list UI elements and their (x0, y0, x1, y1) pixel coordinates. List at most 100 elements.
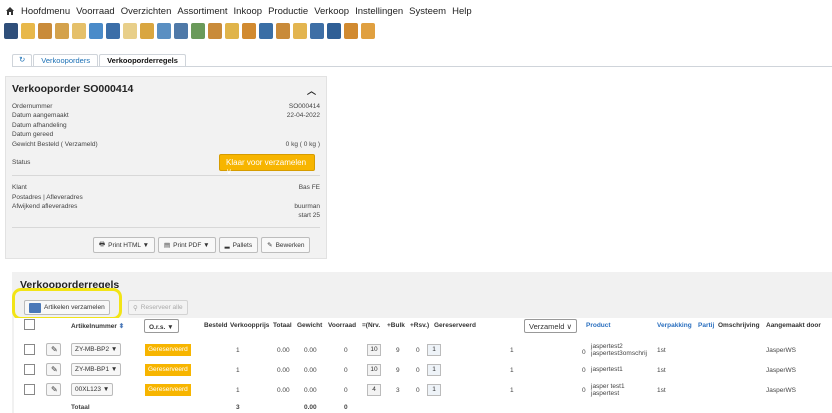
menu-item-help[interactable]: Help (452, 6, 472, 17)
tools-icon[interactable] (208, 23, 222, 39)
tools-icon[interactable] (276, 23, 290, 39)
reserveer-alle-button[interactable]: ⚲ Reserveer alle (128, 300, 188, 315)
tab-divider (12, 66, 832, 67)
postadres-label: Postadres | Afleveradres (12, 194, 83, 201)
pencil-icon: ✎ (51, 385, 58, 394)
cell-aangemaakt: JasperWS (766, 367, 796, 374)
field-row: Datum aangemaakt 22-04-2022 (12, 112, 320, 120)
cell-gewicht: 0 (344, 387, 348, 394)
menu-item-voorraad[interactable]: Voorraad (76, 6, 115, 17)
menu-item-systeem[interactable]: Systeem (409, 6, 446, 17)
verzameld-dropdown[interactable]: Verzameld ∨ (524, 319, 578, 333)
cell-gewicht: 0 (344, 367, 348, 374)
tools-icon[interactable] (38, 23, 52, 39)
search-icon[interactable] (174, 23, 188, 39)
cell-nrv: 9 (396, 347, 400, 354)
reserveer-alle-label: Reserveer alle (140, 304, 183, 311)
bewerken-button[interactable]: ✎ Bewerken (261, 237, 311, 253)
cell-rsv: 1 (427, 344, 441, 356)
edit-button[interactable]: ✎ (46, 383, 61, 396)
menu-item-inkoop[interactable]: Inkoop (234, 6, 263, 17)
artikel-select[interactable]: ZY-MB-BP2 ▼ (71, 343, 122, 356)
document-icon[interactable] (293, 23, 307, 39)
user-icon[interactable] (361, 23, 375, 39)
select-all-checkbox[interactable] (24, 319, 35, 330)
refresh-icon[interactable]: ↻ (19, 55, 25, 64)
print-pdf-button[interactable]: ▤ Print PDF ▼ (158, 237, 216, 253)
print-html-button[interactable]: 🖶 Print HTML ▼ (93, 237, 156, 253)
chevron-down-icon: ∨ (566, 322, 573, 331)
box-icon[interactable] (140, 23, 154, 39)
main-menu: Hoofdmenu Voorraad Overzichten Assortime… (0, 0, 832, 22)
calendar-icon[interactable] (89, 23, 103, 39)
cell-verzameld: 0 (582, 387, 586, 394)
menu-item-overzichten[interactable]: Overzichten (121, 6, 172, 17)
header-partij[interactable]: Partij (698, 322, 714, 337)
field-label: Datum gereed (12, 131, 54, 138)
sort-icon[interactable]: ⬍ (119, 323, 124, 330)
menu-item-hoofdmenu[interactable]: Hoofdmenu (21, 6, 70, 17)
tools-icon[interactable] (310, 23, 324, 39)
chevron-up-icon[interactable]: ︿ (307, 84, 316, 97)
status-badge: Gereserveerd (145, 344, 191, 356)
status-select[interactable]: Klaar voor verzamelen ∨ (219, 154, 315, 176)
artikel-select[interactable]: ZY-MB-BP1 ▼ (71, 363, 122, 376)
cell-product: jaspertest1 (591, 366, 623, 373)
header-product[interactable]: Product (586, 322, 611, 337)
tools-icon[interactable] (242, 23, 256, 39)
globe-icon[interactable] (106, 23, 120, 39)
cell-product: jaspertest2 jaspertest3omschrijving (591, 343, 647, 357)
header-verpakking[interactable]: Verpakking (657, 322, 692, 337)
cell-prijs: 0.00 (277, 387, 290, 394)
document-icon[interactable] (21, 23, 35, 39)
menu-item-assortiment[interactable]: Assortiment (177, 6, 227, 17)
header-gereserveerd: Gereserveerd (434, 322, 476, 329)
order-panel: Verkooporder SO000414 ︿ Ordernummer SO00… (5, 76, 327, 259)
afwijkend-value-2: start 25 (298, 212, 320, 219)
edit-button[interactable]: ✎ (46, 343, 61, 356)
pencil-icon: ✎ (51, 345, 58, 354)
cell-voorraad: 10 (367, 364, 381, 376)
globe-icon[interactable] (157, 23, 171, 39)
cell-totaal: 0.00 (304, 347, 317, 354)
status-value: Klaar voor verzamelen (226, 158, 307, 167)
cell-bulk: 0 (416, 367, 420, 374)
people-icon[interactable] (191, 23, 205, 39)
edit-button[interactable]: ✎ (46, 363, 61, 376)
pallets-button[interactable]: ▂ Pallets (218, 237, 259, 253)
tools-icon[interactable] (344, 23, 358, 39)
cell-prijs: 0.00 (277, 367, 290, 374)
field-row: Gewicht Besteld ( Verzameld) 0 kg ( 0 kg… (12, 141, 320, 149)
row-checkbox[interactable] (24, 384, 35, 395)
menu-item-productie[interactable]: Productie (268, 6, 308, 17)
product-desc: jaspertest (591, 390, 620, 397)
truck-icon[interactable] (55, 23, 69, 39)
cell-verzameld: 0 (582, 367, 586, 374)
menu-item-verkoop[interactable]: Verkoop (314, 6, 349, 17)
row-checkbox[interactable] (24, 364, 35, 375)
menu-item-instellingen[interactable]: Instellingen (355, 6, 403, 17)
field-label: Ordernummer (12, 103, 53, 110)
header-artikelnummer[interactable]: Artikelnummer ⬍ (71, 322, 124, 337)
cell-verzameld: 0 (582, 349, 586, 356)
report-icon[interactable] (4, 23, 18, 39)
order-panel-header[interactable]: Verkooporder SO000414 ︿ (6, 77, 326, 101)
home-icon[interactable] (5, 6, 15, 16)
document-icon[interactable] (225, 23, 239, 39)
artikel-select[interactable]: 00XL123 ▼ (71, 383, 114, 396)
printer-icon: 🖶 (99, 240, 106, 248)
header-rsv: +Rsv.) (410, 322, 430, 329)
document-icon[interactable] (123, 23, 137, 39)
document-icon[interactable] (259, 23, 273, 39)
cell-verpakking: 1st (657, 367, 666, 374)
header-voorraad: Voorraad (328, 322, 357, 329)
link-icon: ⚲ (133, 304, 138, 312)
ors-dropdown[interactable]: O.r.s. ▼ (144, 319, 179, 333)
pdf-icon: ▤ (164, 242, 171, 249)
row-checkbox[interactable] (24, 344, 35, 355)
status-row: Status Klaar voor verzamelen ∨ (12, 154, 320, 176)
box-icon[interactable] (72, 23, 86, 39)
document-icon[interactable] (327, 23, 341, 39)
cell-product: jasper test1 jaspertest (591, 383, 625, 397)
cell-gereserveerd: 1 (510, 387, 514, 394)
